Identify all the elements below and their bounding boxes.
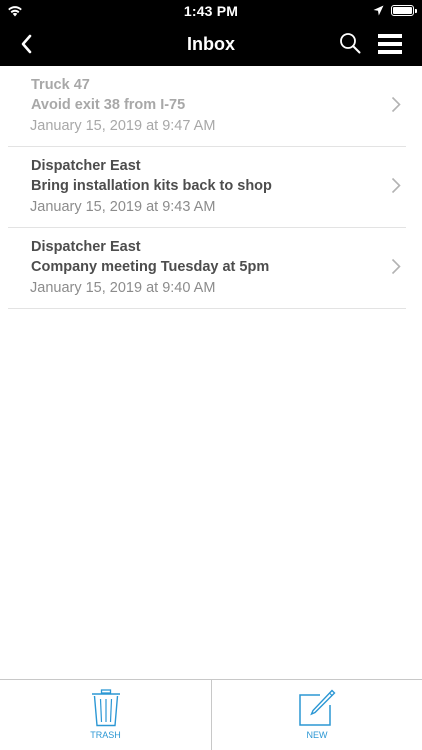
trash-button[interactable]: TRASH [0,680,211,750]
message-date: January 15, 2019 at 9:47 AM [30,118,216,134]
compose-icon [299,689,336,726]
message-row[interactable]: Truck 47 Avoid exit 38 from I-75 January… [8,66,406,147]
status-time: 1:43 PM [183,3,239,19]
new-message-button[interactable]: NEW [211,680,422,750]
search-icon[interactable] [338,31,362,55]
message-date: January 15, 2019 at 9:43 AM [30,199,216,215]
message-row[interactable]: Dispatcher East Bring installation kits … [8,147,406,228]
trash-can-icon [92,689,120,727]
status-bar: 1:43 PM [0,0,422,22]
message-date: January 15, 2019 at 9:40 AM [30,280,216,296]
message-sender: Dispatcher East [31,239,141,255]
message-subject: Bring installation kits back to shop [31,178,272,194]
chevron-right-icon [391,96,401,113]
battery-icon [391,5,417,16]
chevron-right-icon [391,258,401,275]
message-row[interactable]: Dispatcher East Company meeting Tuesday … [8,228,406,309]
message-list: Truck 47 Avoid exit 38 from I-75 January… [0,66,422,309]
message-sender: Truck 47 [31,77,90,93]
hamburger-menu-icon[interactable] [378,33,402,55]
navigation-bar: Inbox [0,22,422,66]
bottom-toolbar: TRASH NEW [0,679,422,750]
trash-label: TRASH [90,730,121,740]
chevron-right-icon [391,177,401,194]
location-arrow-icon [373,5,384,16]
message-subject: Avoid exit 38 from I-75 [31,97,186,113]
message-sender: Dispatcher East [31,158,141,174]
new-label: NEW [306,730,328,740]
message-subject: Company meeting Tuesday at 5pm [31,259,270,275]
